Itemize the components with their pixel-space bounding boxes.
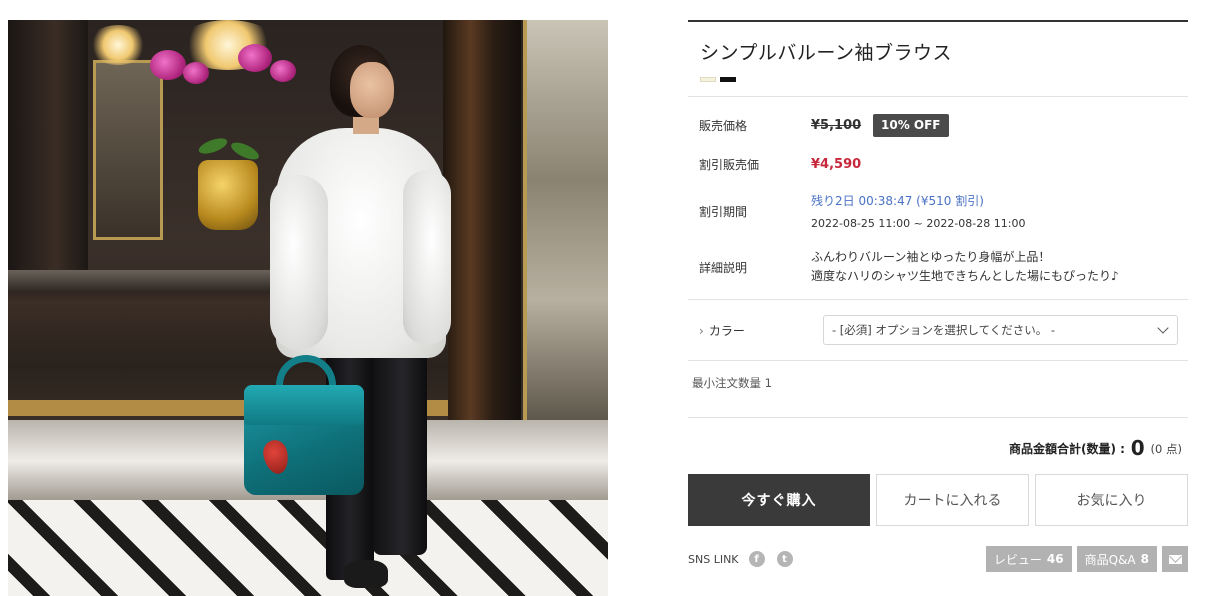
photo-mirror xyxy=(93,60,163,240)
divider xyxy=(688,20,1188,22)
divider xyxy=(688,96,1188,97)
photo-model-sleeve xyxy=(403,170,451,345)
discount-badge: 10% OFF xyxy=(873,113,949,137)
photo-orchid xyxy=(238,44,272,72)
list-price-row: 販売価格 ¥5,100 10% OFF xyxy=(688,105,1188,145)
photo-model-shoe xyxy=(344,560,388,588)
chevron-down-icon xyxy=(1157,322,1169,334)
photo-vase xyxy=(198,160,258,230)
total-amount: 商品金額合計(数量) : 0 (0 点) xyxy=(688,436,1188,460)
photo-orchid xyxy=(183,62,209,84)
qa-button[interactable]: 商品Q&A 8 xyxy=(1076,546,1157,572)
photo-orchid xyxy=(270,60,296,82)
twitter-icon[interactable]: t xyxy=(776,551,793,567)
product-photo xyxy=(8,20,608,596)
color-option-label: › カラー xyxy=(699,323,745,338)
color-swatch-black[interactable] xyxy=(720,77,736,82)
discount-date-range: 2022-08-25 11:00 ~ 2022-08-28 11:00 xyxy=(811,217,1026,230)
qa-label: 商品Q&A xyxy=(1084,552,1136,567)
sale-price-row: 割引販売価 ¥4,590 xyxy=(688,145,1188,183)
sale-price-label: 割引販売価 xyxy=(699,157,760,172)
mail-button[interactable] xyxy=(1162,546,1188,572)
review-count: 46 xyxy=(1046,552,1064,566)
review-label: レビュー xyxy=(993,552,1042,567)
product-title: シンプルバルーン袖ブラウス xyxy=(700,42,952,64)
buy-now-button[interactable]: 今すぐ購入 xyxy=(688,474,870,526)
color-swatch-cream[interactable] xyxy=(700,77,716,82)
discount-period-label: 割引期間 xyxy=(699,204,748,219)
chevron-right-icon: › xyxy=(699,323,704,338)
color-option-row: › カラー - [必須] オプションを選択してください。 - xyxy=(688,300,1188,360)
photo-mirror xyxy=(523,20,608,420)
description-label: 詳細説明 xyxy=(699,260,748,275)
photo-model-pants xyxy=(373,350,427,555)
photo-orchid xyxy=(150,50,186,80)
discount-period-row: 割引期間 残り2日 00:38:47 (¥510 割引) 2022-08-25 … xyxy=(688,183,1188,239)
divider xyxy=(688,417,1188,418)
photo-floor xyxy=(8,500,608,596)
photo-model-sleeve xyxy=(270,175,328,350)
list-price-value: ¥5,100 xyxy=(811,117,862,133)
select-value: - [必須] オプションを選択してください。 - xyxy=(832,323,1056,337)
mail-icon xyxy=(1168,554,1182,564)
action-buttons: 今すぐ購入 カートに入れる お気に入り xyxy=(688,474,1188,526)
qa-count: 8 xyxy=(1140,552,1149,566)
sns-link-label: SNS LINK xyxy=(688,552,739,566)
total-value: 0 xyxy=(1130,436,1145,460)
color-swatches xyxy=(700,77,1188,82)
description-line: ふんわりバルーン袖とゆったり身幅が上品！ xyxy=(811,250,1051,264)
min-order-quantity: 最小注文数量 1 xyxy=(692,376,772,390)
list-price-label: 販売価格 xyxy=(699,118,748,133)
photo-bag-flap xyxy=(244,385,364,425)
total-unit: (0 点) xyxy=(1150,442,1182,456)
product-footer: SNS LINK f t レビュー 46 商品Q&A 8 xyxy=(688,546,1188,572)
photo-leaf xyxy=(196,135,230,157)
product-info-panel: シンプルバルーン袖ブラウス 販売価格 ¥5,100 10% OFF 割引販売価 … xyxy=(688,20,1188,572)
photo-lamp xyxy=(88,25,148,65)
sale-price-value: ¥4,590 xyxy=(811,156,862,172)
photo-model-face xyxy=(350,62,394,118)
review-button[interactable]: レビュー 46 xyxy=(985,546,1072,572)
description-line: 適度なハリのシャツ生地できちんとした場にもぴったり♪ xyxy=(811,269,1119,283)
description-row: 詳細説明 ふんわりバルーン袖とゆったり身幅が上品！ 適度なハリのシャツ生地できち… xyxy=(688,239,1188,295)
facebook-icon[interactable]: f xyxy=(748,551,765,567)
total-label: 商品金額合計(数量) : xyxy=(1009,442,1125,456)
discount-countdown: 残り2日 00:38:47 (¥510 割引) xyxy=(811,194,984,208)
color-option-select[interactable]: - [必須] オプションを選択してください。 - xyxy=(823,315,1178,345)
add-to-cart-button[interactable]: カートに入れる xyxy=(876,474,1029,526)
add-to-favorites-button[interactable]: お気に入り xyxy=(1035,474,1188,526)
